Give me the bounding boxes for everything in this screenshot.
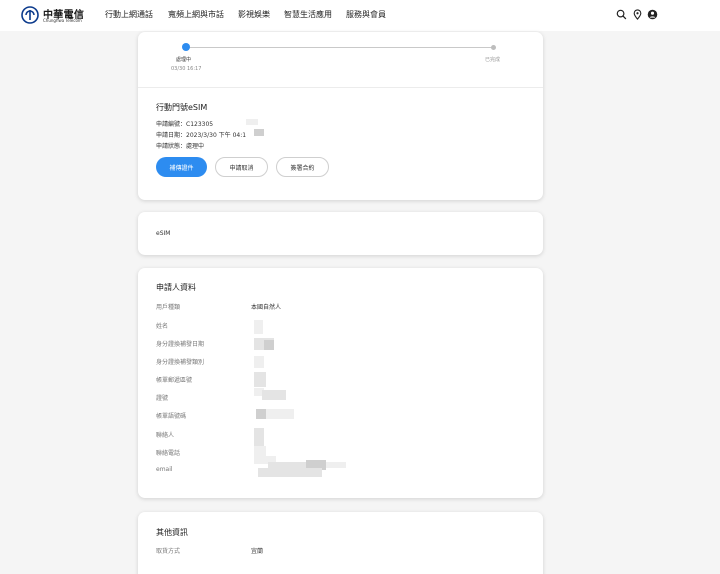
applicant-section-title: 申請人資料 (156, 283, 196, 292)
redacted-block (266, 409, 294, 419)
cancel-application-button[interactable]: 申請取消 (215, 157, 268, 177)
brand-logo[interactable]: 中華電信 Chunghwa Telecom (21, 5, 84, 25)
application-date: 申請日期：2023/3/30 下午 04:1 (156, 132, 247, 139)
progress-step2-label: 已完成 (485, 57, 501, 63)
applicant-info-card: 申請人資料 用戶種類 本國自然人 姓名 身分證換補發日期 身分證換補發類別 帳單… (138, 268, 543, 498)
supplement-documents-button[interactable]: 補傳證件 (156, 157, 207, 177)
product-label: eSIM (156, 230, 171, 237)
progress-step1-time: 03/30 16:17 (171, 66, 202, 72)
nav-entertainment[interactable]: 影視娛樂 (238, 9, 270, 20)
redacted-block (254, 428, 264, 446)
redacted-block (326, 462, 346, 468)
field-label-zip-code: 帳單郵遞區號 (156, 377, 193, 384)
nav-broadband[interactable]: 寬頻上網與市話 (168, 9, 224, 20)
nav-smart-life[interactable]: 智慧生活應用 (284, 9, 332, 20)
field-value-pickup-method: 宜蘭 (251, 548, 264, 555)
order-title: 行動門號eSIM (156, 103, 208, 112)
redacted-block (258, 468, 322, 477)
application-number: 申請編號：C123305 (156, 121, 214, 128)
field-label-contact-phone: 聯絡電話 (156, 450, 181, 457)
field-value-user-type: 本國自然人 (251, 304, 282, 311)
application-status: 申請狀態：處理中 (156, 143, 205, 150)
redacted-block (246, 119, 258, 125)
cht-logo-icon (21, 6, 39, 24)
other-info-card: 其他資訊 取貨方式 宜蘭 (138, 512, 543, 574)
field-label-phone-number: 帳單語號碼 (156, 413, 187, 420)
redacted-block (254, 372, 266, 387)
redacted-block (254, 356, 264, 368)
redacted-block (254, 129, 264, 136)
field-label-id-number: 證號 (156, 395, 169, 402)
field-label-id-issue-type: 身分證換補發類別 (156, 359, 205, 366)
field-label-contact-person: 聯絡人 (156, 432, 175, 439)
nav-mobile[interactable]: 行動上網通話 (105, 9, 153, 20)
redacted-block (264, 340, 274, 350)
field-label-email: email (156, 466, 173, 473)
order-status-card: 處理中 03/30 16:17 已完成 行動門號eSIM 申請編號：C12330… (138, 32, 543, 200)
progress-step-next (491, 45, 496, 50)
progress-step-current (182, 43, 190, 51)
product-card: eSIM (138, 212, 543, 255)
field-label-pickup-method: 取貨方式 (156, 548, 181, 555)
progress-track (185, 47, 493, 48)
nav-member[interactable]: 服務與會員 (346, 9, 386, 20)
field-label-name: 姓名 (156, 323, 169, 330)
search-icon[interactable] (616, 9, 627, 20)
top-header: 中華電信 Chunghwa Telecom 行動上網通話 寬頻上網與市話 影視娛… (0, 0, 720, 31)
progress-step1-label: 處理中 (176, 57, 192, 63)
redacted-block (254, 320, 263, 334)
location-pin-icon[interactable] (632, 9, 643, 20)
field-label-user-type: 用戶種類 (156, 304, 181, 311)
user-account-icon[interactable] (647, 9, 658, 20)
redacted-block (262, 390, 286, 400)
other-section-title: 其他資訊 (156, 528, 188, 537)
card-divider (138, 87, 543, 88)
sign-contract-button[interactable]: 簽署合約 (276, 157, 329, 177)
field-label-id-issue-date: 身分證換補發日期 (156, 341, 205, 348)
logo-english-text: Chunghwa Telecom (43, 18, 82, 23)
